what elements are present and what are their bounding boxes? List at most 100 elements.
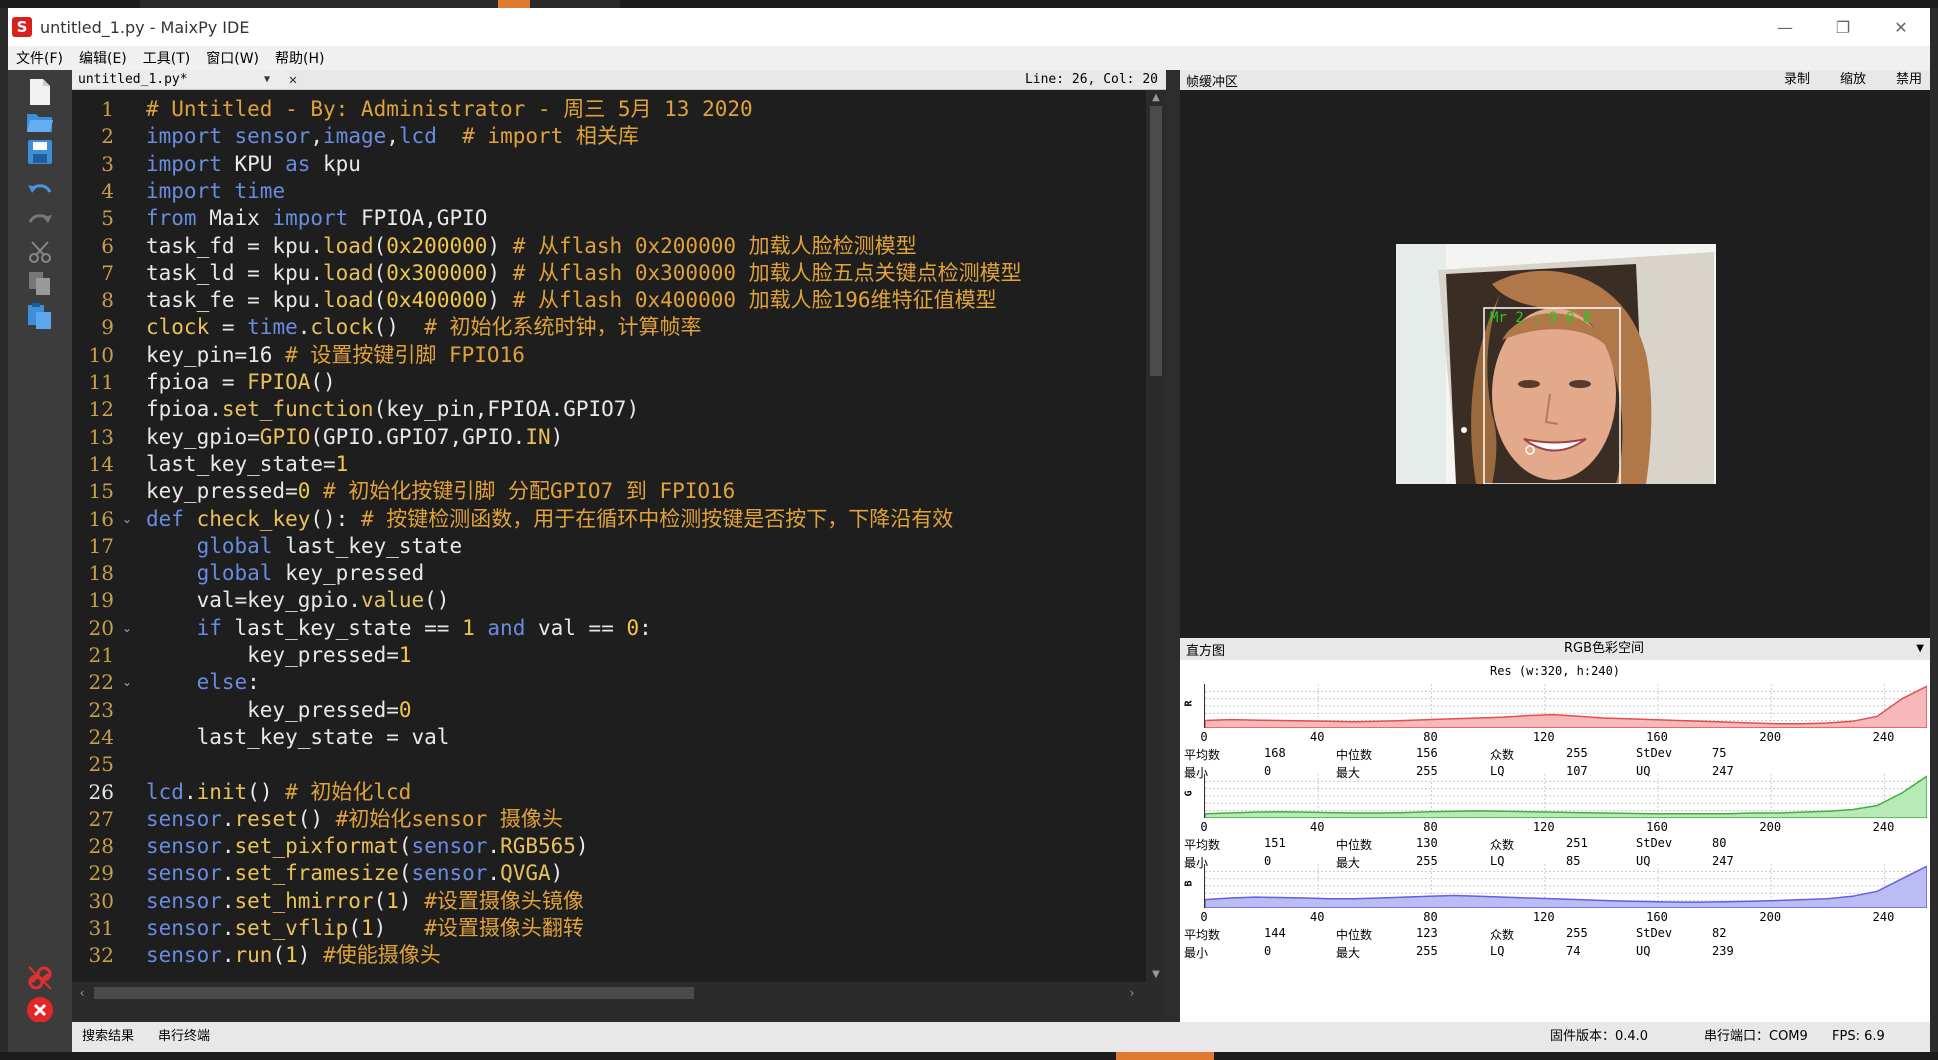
open-folder-icon[interactable] (24, 106, 56, 138)
axis-tick-label: 240 (1872, 910, 1895, 924)
code-token: #设置摄像头翻转 (424, 916, 584, 940)
code-token: time (234, 179, 286, 203)
code-line[interactable]: lcd.init() # 初始化lcd (146, 779, 411, 806)
scroll-right-icon[interactable]: › (1122, 982, 1142, 1004)
paste-icon[interactable] (24, 300, 56, 332)
code-line[interactable]: val=key_gpio.value() (146, 587, 450, 614)
code-line[interactable]: task_fd = kpu.load(0x200000) # 从flash 0x… (146, 233, 917, 260)
vertical-scroll-thumb[interactable] (1150, 106, 1162, 376)
code-line[interactable]: task_ld = kpu.load(0x300000) # 从flash 0x… (146, 260, 1022, 287)
menu-help[interactable]: 帮助(H) (267, 48, 332, 68)
code-line[interactable]: import KPU as kpu (146, 151, 361, 178)
code-token: sensor (234, 124, 311, 148)
line-number: 29 (88, 861, 114, 885)
code-line[interactable]: sensor.set_pixformat(sensor.RGB565) (146, 833, 589, 860)
new-file-icon[interactable] (24, 76, 56, 108)
histogram-title: 直方图 (1186, 643, 1226, 659)
cut-icon[interactable] (24, 236, 56, 268)
zoom-button[interactable]: 缩放 (1840, 70, 1866, 90)
code-token: sensor (146, 807, 222, 831)
code-line[interactable]: key_pressed=0 # 初始化按键引脚 分配GPIO7 到 FPIO16 (146, 478, 735, 505)
panel-splitter[interactable] (1166, 70, 1180, 1022)
code-line[interactable]: def check_key(): # 按键检测函数，用于在循环中检测按键是否按下… (146, 506, 953, 533)
stats-row: 最小 0 最大 255 LQ 74 UQ 239 (1184, 944, 1926, 962)
code-line[interactable]: last_key_state=1 (146, 451, 348, 478)
redo-icon[interactable] (24, 206, 56, 238)
scroll-left-icon[interactable]: ‹ (72, 982, 92, 1004)
line-number: 16 (88, 507, 114, 531)
horizontal-scroll-thumb[interactable] (94, 987, 694, 999)
code-token: time (247, 315, 298, 339)
code-line[interactable]: key_gpio=GPIO(GPIO.GPIO7,GPIO.IN) (146, 424, 563, 451)
tab-dropdown-icon[interactable]: ▼ (264, 70, 270, 89)
scroll-up-icon[interactable]: ▲ (1146, 92, 1166, 103)
menu-window[interactable]: 窗口(W) (198, 48, 267, 68)
histogram-area (1204, 684, 1928, 729)
serial-terminal-tab[interactable]: 串行终端 (158, 1022, 210, 1052)
code-token: (GPIO.GPIO7,GPIO. (310, 425, 526, 449)
code-line[interactable]: sensor.set_framesize(sensor.QVGA) (146, 860, 563, 887)
code-line[interactable]: key_pressed=0 (146, 697, 411, 724)
histogram-area (1204, 774, 1928, 819)
code-line[interactable]: last_key_state = val (146, 724, 450, 751)
undo-icon[interactable] (24, 176, 56, 208)
code-token: last_key_state == (221, 616, 463, 640)
code-line[interactable]: sensor.set_hmirror(1) #设置摄像头镜像 (146, 888, 584, 915)
code-line[interactable]: import sensor,image,lcd # import 相关库 (146, 123, 639, 150)
code-line[interactable]: key_pin=16 # 设置按键引脚 FPIO16 (146, 342, 525, 369)
horizontal-scrollbar[interactable]: ‹ › (72, 982, 1166, 1004)
code-editor[interactable]: 1 2 3 4 5 6 7 8 9 10 11 12 13 14 15 16 17 18 19 20 21 22 23 24 2… (72, 90, 1166, 1004)
search-results-tab[interactable]: 搜索结果 (82, 1022, 134, 1052)
code-line[interactable]: import time (146, 178, 285, 205)
code-line[interactable]: global key_pressed (146, 560, 425, 587)
fold-toggle-icon[interactable]: ⌄ (122, 669, 132, 696)
save-icon[interactable] (24, 136, 56, 168)
fold-toggle-icon[interactable]: ⌄ (122, 615, 132, 642)
code-line[interactable]: global last_key_state (146, 533, 463, 560)
line-number: 32 (88, 943, 114, 967)
menu-file[interactable]: 文件(F) (8, 48, 71, 68)
disconnect-icon[interactable] (24, 962, 56, 994)
record-button[interactable]: 录制 (1784, 70, 1810, 90)
code-area[interactable]: # Untitled - By: Administrator - 周三 5月 1… (146, 90, 1144, 1004)
code-line[interactable]: sensor.reset() #初始化sensor 摄像头 (146, 806, 563, 833)
disable-button[interactable]: 禁用 (1896, 70, 1922, 90)
menu-tools[interactable]: 工具(T) (135, 48, 198, 68)
code-line[interactable]: if last_key_state == 1 and val == 0: (146, 615, 652, 642)
stat-cell: 众数 (1490, 838, 1515, 852)
menu-edit[interactable]: 编辑(E) (71, 48, 135, 68)
code-line[interactable]: clock = time.clock() # 初始化系统时钟，计算帧率 (146, 314, 701, 341)
code-token: sensor (146, 943, 222, 967)
stat-cell: 平均数 (1184, 838, 1221, 852)
histogram-axis: 0 40 80 120 160 200 240 (1200, 910, 1930, 926)
code-token: # 从flash 0x200000 加载人脸检测模型 (512, 234, 917, 258)
axis-tick-label: 80 (1423, 910, 1438, 924)
minimize-button[interactable]: — (1756, 8, 1814, 46)
code-token: import (272, 206, 349, 230)
code-line[interactable]: fpioa.set_function(key_pin,FPIOA.GPIO7) (146, 396, 639, 423)
restore-button[interactable]: ❐ (1814, 8, 1872, 46)
framebuffer-header: 帧缓冲区 录制 缩放 禁用 (1180, 70, 1930, 90)
editor-tab[interactable]: untitled_1.py* ▼ (72, 70, 288, 89)
fold-toggle-icon[interactable]: ⌄ (122, 506, 132, 533)
code-line[interactable]: from Maix import FPIOA,GPIO (146, 205, 487, 232)
code-line[interactable]: key_pressed=1 (146, 642, 411, 669)
code-line[interactable]: # Untitled - By: Administrator - 周三 5月 1… (146, 96, 753, 123)
code-line[interactable]: task_fe = kpu.load(0x400000) # 从flash 0x… (146, 287, 997, 314)
code-line[interactable]: sensor.run(1) #使能摄像头 (146, 942, 441, 969)
copy-icon[interactable] (24, 268, 56, 300)
code-token: . (297, 315, 311, 339)
code-token: #使能摄像头 (323, 943, 441, 967)
code-token: . (487, 861, 501, 885)
code-line[interactable]: sensor.set_vflip(1) #设置摄像头翻转 (146, 915, 584, 942)
code-line[interactable]: else: (146, 669, 260, 696)
close-button[interactable]: ✕ (1872, 8, 1930, 46)
tab-close-icon[interactable]: ✕ (282, 70, 304, 89)
vertical-scrollbar[interactable]: ▲ ▼ (1146, 90, 1166, 982)
code-token: 0x300000 (386, 261, 488, 285)
code-line[interactable]: fpioa = FPIOA() (146, 369, 336, 396)
scroll-down-icon[interactable]: ▼ (1146, 969, 1166, 980)
color-space-dropdown-icon[interactable]: ▼ (1916, 638, 1924, 660)
color-space-select[interactable]: RGB色彩空间 (1564, 638, 1644, 660)
